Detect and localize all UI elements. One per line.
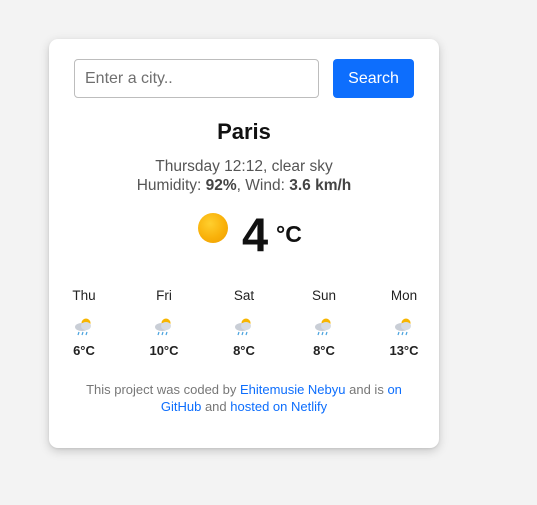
forecast-day-name: Mon: [390, 288, 418, 303]
forecast-day-temp: 13°C: [389, 343, 419, 358]
footer-text: This project was coded by: [86, 382, 237, 397]
cloud-sun-rain-icon: [395, 318, 411, 336]
current-temperature: 4 °C: [49, 207, 439, 267]
forecast-day-name: Fri: [156, 288, 172, 303]
author-link[interactable]: Ehitemusie Nebyu: [240, 382, 346, 397]
search-form: Search: [74, 59, 414, 99]
footer-text: and: [204, 399, 227, 414]
footer-text: and is: [349, 382, 384, 397]
forecast-day: Sat 8°C: [214, 288, 274, 358]
wind-label: Wind:: [245, 177, 285, 194]
forecast: Thu 6°C Fri 10°C Sat 8°C Sun 8°C Mon 13°…: [49, 288, 439, 368]
city-name: Paris: [217, 119, 271, 144]
forecast-day-name: Sun: [311, 288, 337, 303]
cloud-sun-rain-icon: [315, 318, 331, 336]
weather-card: Search Paris Thursday 12:12, clear sky H…: [49, 39, 439, 448]
humidity-wind-line: Humidity: 92%, Wind: 3.6 km/h: [136, 177, 352, 194]
weather-description: clear sky: [271, 158, 333, 175]
forecast-day-temp: 8°C: [233, 343, 255, 358]
sun-icon: [198, 213, 228, 243]
wind-value: 3.6 km/h: [289, 177, 352, 194]
footer: This project was coded by Ehitemusie Neb…: [69, 381, 419, 415]
forecast-day: Sun 8°C: [294, 288, 354, 358]
forecast-day-temp: 8°C: [313, 343, 335, 358]
forecast-day: Fri 10°C: [134, 288, 194, 358]
humidity-label: Humidity:: [136, 177, 202, 194]
forecast-day-name: Sat: [233, 288, 255, 303]
city-search-input[interactable]: [74, 59, 319, 98]
forecast-day: Thu 6°C: [54, 288, 114, 358]
forecast-day: Mon 13°C: [374, 288, 434, 358]
temperature-unit: °C: [276, 221, 302, 247]
day-time: Thursday 12:12: [155, 158, 263, 175]
cloud-sun-rain-icon: [235, 318, 251, 336]
cloud-sun-rain-icon: [155, 318, 171, 336]
forecast-day-temp: 6°C: [73, 343, 95, 358]
forecast-day-name: Thu: [72, 288, 96, 303]
temperature-value: 4: [242, 208, 269, 261]
search-button[interactable]: Search: [333, 59, 414, 98]
netlify-link[interactable]: hosted on Netlify: [230, 399, 327, 414]
weather-details: Thursday 12:12, clear sky Humidity: 92%,…: [49, 157, 439, 195]
date-description-line: Thursday 12:12, clear sky: [155, 158, 333, 175]
forecast-day-temp: 10°C: [149, 343, 179, 358]
cloud-sun-rain-icon: [75, 318, 91, 336]
humidity-value: 92%: [205, 177, 237, 194]
